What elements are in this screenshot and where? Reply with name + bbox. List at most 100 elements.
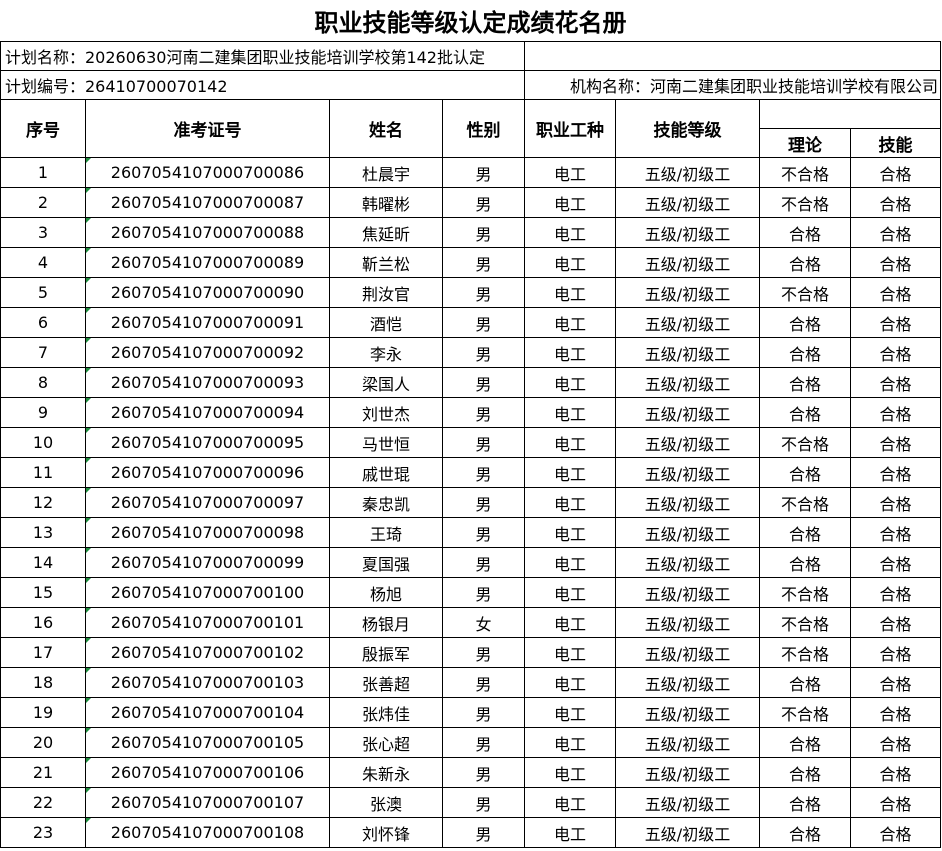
cell-level: 五级/初级工 [615,367,760,398]
cell-text: 21 [32,763,54,782]
cell-exam-id: 2607054107000700091 [85,307,330,338]
cell-text: 荆汝官 [361,284,410,304]
cell-text: 合格 [788,254,821,274]
cell-skill: 合格 [850,487,941,518]
cell-seq: 13 [0,517,86,548]
table-row: 12 2607054107000700097 秦忠凯 男 电工 五级/初级工 不合格 合格 [0,487,941,518]
text-number-indicator-icon [86,218,91,223]
cell-text: 刘世杰 [361,404,410,424]
cell-text: 合格 [879,674,912,694]
cell-theory: 合格 [759,817,851,848]
cell-text: 男 [475,494,492,514]
cell-text: 不合格 [780,584,829,604]
cell-text: 酒恺 [369,314,402,334]
cell-text: 2607054107000700102 [110,643,305,662]
cell-text: 合格 [879,704,912,724]
cell-text: 男 [475,644,492,664]
cell-text: 电工 [553,314,586,334]
cell-text: 合格 [879,824,912,844]
cell-gender: 男 [442,457,525,488]
text-number-indicator-icon [86,308,91,313]
cell-seq: 5 [0,277,86,308]
cell-text: 合格 [788,764,821,784]
cell-text: 合格 [879,584,912,604]
cell-exam-id: 2607054107000700094 [85,397,330,428]
table-row: 10 2607054107000700095 马世恒 男 电工 五级/初级工 不合格 合格 [0,427,941,458]
cell-text: 秦忠凯 [361,494,410,514]
cell-text: 2607054107000700101 [110,613,305,632]
cell-occupation: 电工 [524,697,616,728]
cell-text: 10 [32,433,54,452]
score-roster-table: 职业技能等级认定成绩花名册 计划名称：20260630河南二建集团职业技能培训学… [0,0,941,848]
cell-gender: 男 [442,727,525,758]
cell-text: 2607054107000700088 [110,223,305,242]
cell-seq: 3 [0,217,86,248]
cell-occupation: 电工 [524,157,616,188]
cell-exam-id: 2607054107000700100 [85,577,330,608]
cell-exam-id: 2607054107000700106 [85,757,330,788]
cell-name: 靳兰松 [329,247,443,278]
cell-occupation: 电工 [524,787,616,818]
cell-text: 男 [475,584,492,604]
cell-text: 2607054107000700096 [110,463,305,482]
cell-gender: 男 [442,817,525,848]
cell-name: 李永 [329,337,443,368]
cell-gender: 男 [442,217,525,248]
text-number-indicator-icon [86,668,91,673]
header-seq: 序号 [0,99,86,158]
cell-text: 2607054107000700090 [110,283,305,302]
cell-level: 五级/初级工 [615,457,760,488]
cell-text: 14 [32,553,54,572]
cell-skill: 合格 [850,817,941,848]
table-row: 14 2607054107000700099 夏国强 男 电工 五级/初级工 合格 合格 [0,547,941,578]
cell-text: 合格 [879,434,912,454]
cell-text: 电工 [553,434,586,454]
cell-text: 电工 [553,464,586,484]
cell-skill: 合格 [850,727,941,758]
cell-theory: 不合格 [759,427,851,458]
cell-text: 合格 [879,284,912,304]
cell-text: 7 [37,343,49,362]
cell-text: 合格 [879,764,912,784]
cell-seq: 14 [0,547,86,578]
cell-exam-id: 2607054107000700104 [85,697,330,728]
header-occupation: 职业工种 [524,99,616,158]
cell-text: 合格 [879,374,912,394]
cell-name: 张善超 [329,667,443,698]
cell-text: 合格 [879,224,912,244]
cell-occupation: 电工 [524,427,616,458]
cell-gender: 男 [442,247,525,278]
cell-theory: 合格 [759,517,851,548]
cell-text: 韩曜彬 [361,194,410,214]
cell-text: 1 [37,163,49,182]
plan-name-blank-cell [524,41,941,71]
cell-occupation: 电工 [524,577,616,608]
table-row: 1 2607054107000700086 杜晨宇 男 电工 五级/初级工 不合格 合格 [0,157,941,188]
cell-text: 不合格 [780,194,829,214]
cell-text: 合格 [879,254,912,274]
cell-text: 合格 [879,194,912,214]
table-row: 6 2607054107000700091 酒恺 男 电工 五级/初级工 合格 合格 [0,307,941,338]
cell-occupation: 电工 [524,487,616,518]
cell-text: 16 [32,613,54,632]
cell-exam-id: 2607054107000700095 [85,427,330,458]
cell-text: 合格 [788,824,821,844]
cell-name: 朱新永 [329,757,443,788]
cell-text: 不合格 [780,164,829,184]
table-row: 2 2607054107000700087 韩曜彬 男 电工 五级/初级工 不合格 合格 [0,187,941,218]
table-row: 3 2607054107000700088 焦延昕 男 电工 五级/初级工 合格 合格 [0,217,941,248]
cell-text: 合格 [879,164,912,184]
table-row: 8 2607054107000700093 梁国人 男 电工 五级/初级工 合格 合格 [0,367,941,398]
table-row: 20 2607054107000700105 张心超 男 电工 五级/初级工 合格 合格 [0,727,941,758]
text-number-indicator-icon [86,458,91,463]
cell-text: 2607054107000700094 [110,403,305,422]
cell-text: 五级/初级工 [644,464,731,484]
cell-text: 2607054107000700092 [110,343,305,362]
cell-occupation: 电工 [524,667,616,698]
table-row: 22 2607054107000700107 张澳 男 电工 五级/初级工 合格 合格 [0,787,941,818]
cell-level: 五级/初级工 [615,487,760,518]
cell-level: 五级/初级工 [615,397,760,428]
cell-level: 五级/初级工 [615,157,760,188]
cell-text: 合格 [788,404,821,424]
cell-occupation: 电工 [524,817,616,848]
